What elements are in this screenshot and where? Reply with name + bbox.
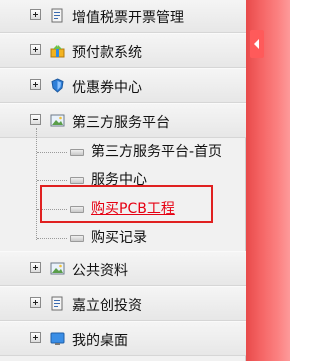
menu-item-prepayment[interactable]: 预付款系统 <box>0 33 246 68</box>
menu-item-label: 嘉立创投资 <box>72 298 142 314</box>
submenu-item-purchase-records[interactable]: 购买记录 <box>0 225 246 253</box>
menu-item-label: 预付款系统 <box>72 45 142 61</box>
menu-item-coupon-center[interactable]: 优惠券中心 <box>0 68 246 103</box>
chevron-left-icon <box>254 39 259 49</box>
menu-item-label: 我的桌面 <box>72 333 128 349</box>
document-icon <box>51 8 63 23</box>
expand-plus-icon[interactable] <box>30 297 41 308</box>
image-icon <box>50 114 65 127</box>
collapse-minus-icon[interactable] <box>30 114 41 125</box>
collapse-sidebar-button[interactable] <box>250 30 264 58</box>
menu-item-label: 优惠券中心 <box>72 80 142 96</box>
menu-item-label: 公共资料 <box>72 263 128 279</box>
highlight-annotation-box <box>40 185 213 223</box>
menu-screenshot: 增值税票开票管理 预付款系统 优惠券中心 第三方服务平台 第三方服务平台-首页 … <box>0 0 290 361</box>
expand-plus-icon[interactable] <box>30 79 41 90</box>
leaf-icon <box>70 177 84 184</box>
submenu-item-label[interactable]: 购买记录 <box>91 227 147 247</box>
leaf-icon <box>70 149 84 156</box>
desktop-icon <box>50 332 65 345</box>
submenu-item-label[interactable]: 第三方服务平台-首页 <box>91 141 222 161</box>
expand-plus-icon[interactable] <box>30 262 41 273</box>
menu-item-invoice-management[interactable]: 增值税票开票管理 <box>0 0 246 33</box>
submenu-item-platform-home[interactable]: 第三方服务平台-首页 <box>0 139 246 167</box>
leaf-icon <box>70 235 84 242</box>
expand-plus-icon[interactable] <box>30 9 41 20</box>
menu-item-label: 增值税票开票管理 <box>72 10 184 26</box>
image-icon <box>50 262 65 275</box>
navigation-tree: 增值税票开票管理 预付款系统 优惠券中心 第三方服务平台 第三方服务平台-首页 … <box>0 0 246 361</box>
menu-item-jlc-investment[interactable]: 嘉立创投资 <box>0 286 246 321</box>
menu-item-public-materials[interactable]: 公共资料 <box>0 251 246 286</box>
expand-plus-icon[interactable] <box>30 44 41 55</box>
shield-icon <box>51 78 64 93</box>
gift-icon <box>50 45 65 58</box>
menu-item-label: 第三方服务平台 <box>72 115 170 131</box>
menu-item-my-desktop[interactable]: 我的桌面 <box>0 321 246 356</box>
expand-plus-icon[interactable] <box>30 332 41 343</box>
document-icon <box>51 296 63 311</box>
